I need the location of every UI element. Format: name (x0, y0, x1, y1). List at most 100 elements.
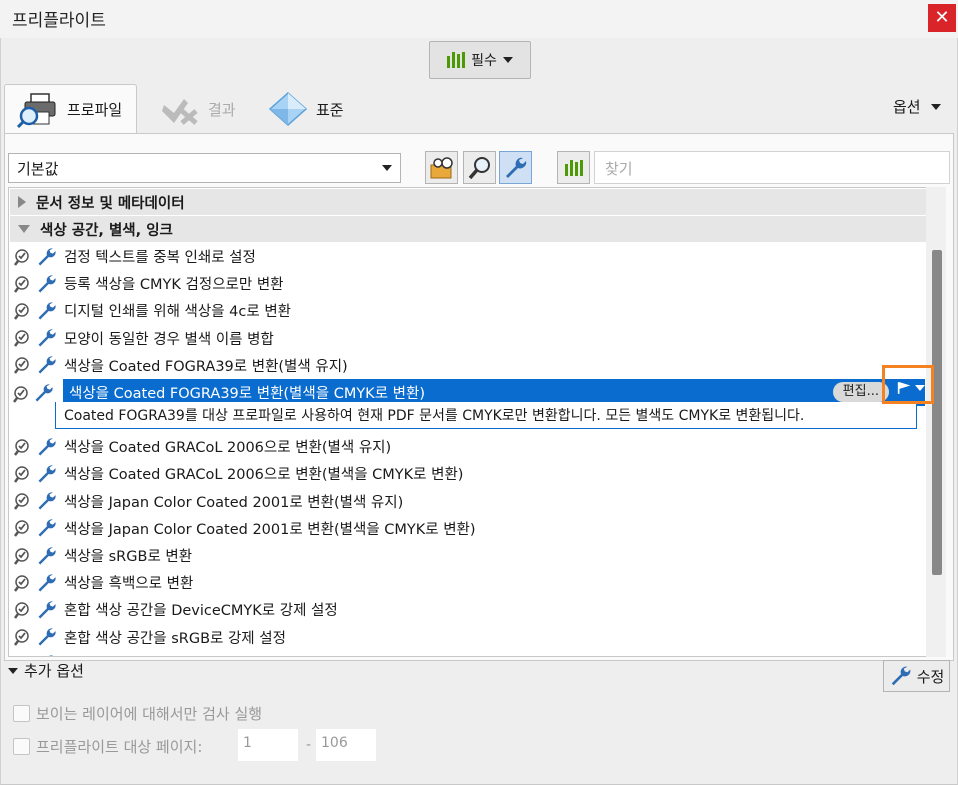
group-color-spaces[interactable]: 색상 공간, 별색, 잉크 (10, 216, 928, 242)
fixup-item-label: 등록 색상을 CMYK 검정으로만 변환 (64, 277, 284, 294)
library-dropdown-button[interactable]: 필수 (429, 41, 531, 79)
wrench-icon (38, 601, 56, 619)
tab-results[interactable]: 결과 (148, 84, 248, 134)
wrench-icon (35, 384, 53, 402)
tab-profile[interactable]: 프로파일 (4, 84, 137, 134)
wrench-icon (38, 438, 56, 456)
wrench-icon (38, 329, 56, 347)
wrench-icon (38, 465, 56, 483)
close-button[interactable]: ✕ (928, 4, 956, 32)
group-label: 색상 공간, 별색, 잉크 (40, 222, 173, 239)
fixup-item-label: 색상을 Coated FOGRA39로 변환(별색을 CMYK로 변환) (69, 386, 425, 402)
check-magnifier-icon (14, 357, 29, 375)
fixups-button[interactable] (499, 151, 532, 184)
fixup-item-icons (14, 436, 58, 458)
fixup-item[interactable]: 색상을 흑백으로 변환 (10, 569, 928, 596)
scrollbar-thumb[interactable] (932, 250, 942, 575)
options-label: 옵션 (893, 98, 921, 116)
visible-layers-label: 보이는 레이어에 대해서만 검사 실행 (36, 705, 263, 723)
check-magnifier-icon (14, 547, 29, 565)
page-from-input[interactable]: 1 (238, 729, 298, 761)
fixup-item-label: 색상을 흑백으로 변환 (64, 576, 194, 593)
collapse-arrow-icon (18, 225, 30, 233)
check-magnifier-icon (14, 330, 29, 347)
fixup-item[interactable]: 혼합 색상 공간을 sRGB로 강제 설정 (10, 624, 928, 651)
wrench-icon (38, 546, 56, 564)
check-magnifier-icon (14, 275, 29, 293)
chevron-down-icon (8, 667, 18, 674)
fixup-item-label: 현재 텍스트를 녹 아웃으로 설정 (64, 654, 256, 656)
check-magnifier-icon (14, 438, 29, 456)
wrench-icon (38, 247, 56, 265)
fixup-item-label: 색상을 sRGB로 변환 (64, 549, 193, 565)
flag-button-focus-outline (882, 365, 934, 404)
check-magnifier-icon (14, 248, 29, 266)
inspect-button[interactable] (463, 151, 496, 184)
page-range-label: 프리플라이트 대상 페이지: (36, 738, 203, 756)
wrench-icon (505, 157, 526, 178)
fixup-item-label: 모양이 동일한 경우 별색 이름 병합 (64, 331, 274, 348)
fixup-item-icons (14, 490, 58, 512)
fixup-item-label: 색상을 Coated GRACoL 2006으로 변환(별색을 CMYK로 변환… (64, 467, 464, 484)
fixup-item-icons (14, 545, 58, 567)
options-menu[interactable]: 옵션 (893, 96, 941, 117)
fixup-item-label: 색상을 Japan Color Coated 2001로 변환(별색 유지) (64, 494, 404, 511)
fixup-item[interactable]: 등록 색상을 CMYK 검정으로만 변환 (10, 270, 928, 297)
search-input[interactable]: 찾기 (594, 151, 950, 184)
group-label: 문서 정보 및 메타데이터 (36, 195, 185, 212)
group-document-info[interactable]: 문서 정보 및 메타데이터 (10, 189, 928, 215)
fixup-item-label: 디지털 인쇄를 위해 색상을 4c로 변환 (64, 304, 292, 321)
fixup-item-icons (14, 517, 58, 539)
wrench-icon (38, 275, 56, 293)
fixup-item[interactable]: 색상을 Japan Color Coated 2001로 변환(별색 유지) (10, 488, 928, 515)
check-magnifier-icon (14, 303, 29, 320)
page-range-separator: - (306, 737, 312, 753)
fixup-item-label: 혼합 색상 공간을 sRGB로 강제 설정 (64, 630, 286, 647)
checkbox-box[interactable] (13, 738, 30, 755)
check-magnifier-icon (14, 602, 29, 619)
tab-standards[interactable]: 표준 (256, 84, 356, 134)
fixup-item[interactable]: 색상을 Japan Color Coated 2001로 변환(별색을 CMYK… (10, 515, 928, 542)
wrench-icon (50, 655, 53, 656)
library-button[interactable] (557, 151, 590, 184)
library-dropdown-label: 필수 (471, 53, 497, 69)
fixup-item[interactable]: 색상을 Coated GRACoL 2006으로 변환(별색 유지) (10, 433, 928, 460)
fixup-item-label: 색상을 Coated FOGRA39로 변환(별색 유지) (64, 358, 348, 375)
check-magnifier-icon (14, 466, 29, 483)
green-bars-icon (447, 52, 466, 68)
visible-layers-checkbox[interactable]: 보이는 레이어에 대해서만 검사 실행 (13, 703, 262, 724)
more-options-label: 추가 옵션 (24, 662, 84, 680)
diamond-icon (268, 91, 308, 127)
fixup-item-icons (13, 382, 55, 408)
wrench-icon (38, 302, 56, 320)
fix-label: 수정 (916, 667, 945, 686)
new-profile-button[interactable] (425, 151, 458, 184)
fixup-item[interactable]: 색상을 Coated FOGRA39로 변환(별색 유지) (10, 352, 928, 379)
fixup-item-icons (14, 653, 58, 656)
fixup-item[interactable]: 색상을 sRGB로 변환 (10, 542, 928, 569)
tab-standards-label: 표준 (316, 100, 344, 119)
fixup-item-label: 혼합 색상 공간을 DeviceCMYK로 강제 설정 (64, 603, 338, 620)
fix-button[interactable]: 수정 (883, 660, 950, 692)
fixup-item[interactable]: 색상을 Coated GRACoL 2006으로 변환(별색을 CMYK로 변환… (10, 460, 928, 487)
page-to-input[interactable]: 106 (316, 729, 376, 761)
profile-options-icon (430, 156, 453, 178)
results-icon (162, 99, 198, 125)
fixup-item[interactable]: 검정 텍스트를 중복 인쇄로 설정 (10, 243, 928, 270)
check-magnifier-icon (14, 520, 29, 538)
profile-combo[interactable]: 기본값 (8, 153, 401, 183)
edit-button[interactable]: 편집... (832, 382, 889, 402)
fixup-item[interactable]: 모양이 동일한 경우 별색 이름 병합 (10, 325, 928, 352)
wrench-icon (38, 492, 56, 510)
check-magnifier-icon (13, 386, 28, 403)
checkbox-box[interactable] (13, 705, 30, 722)
fixup-item[interactable]: 현재 텍스트를 녹 아웃으로 설정 (10, 651, 928, 656)
magnifier-icon (468, 156, 490, 179)
fixup-item[interactable]: 혼합 색상 공간을 DeviceCMYK로 강제 설정 (10, 596, 928, 623)
more-options-toggle[interactable]: 추가 옵션 (8, 660, 84, 681)
page-range-checkbox[interactable]: 프리플라이트 대상 페이지: (13, 736, 202, 757)
green-bars-icon (564, 159, 583, 176)
check-magnifier-icon (14, 574, 29, 592)
fixup-item[interactable]: 디지털 인쇄를 위해 색상을 4c로 변환 (10, 297, 928, 324)
expand-arrow-icon (18, 196, 26, 208)
